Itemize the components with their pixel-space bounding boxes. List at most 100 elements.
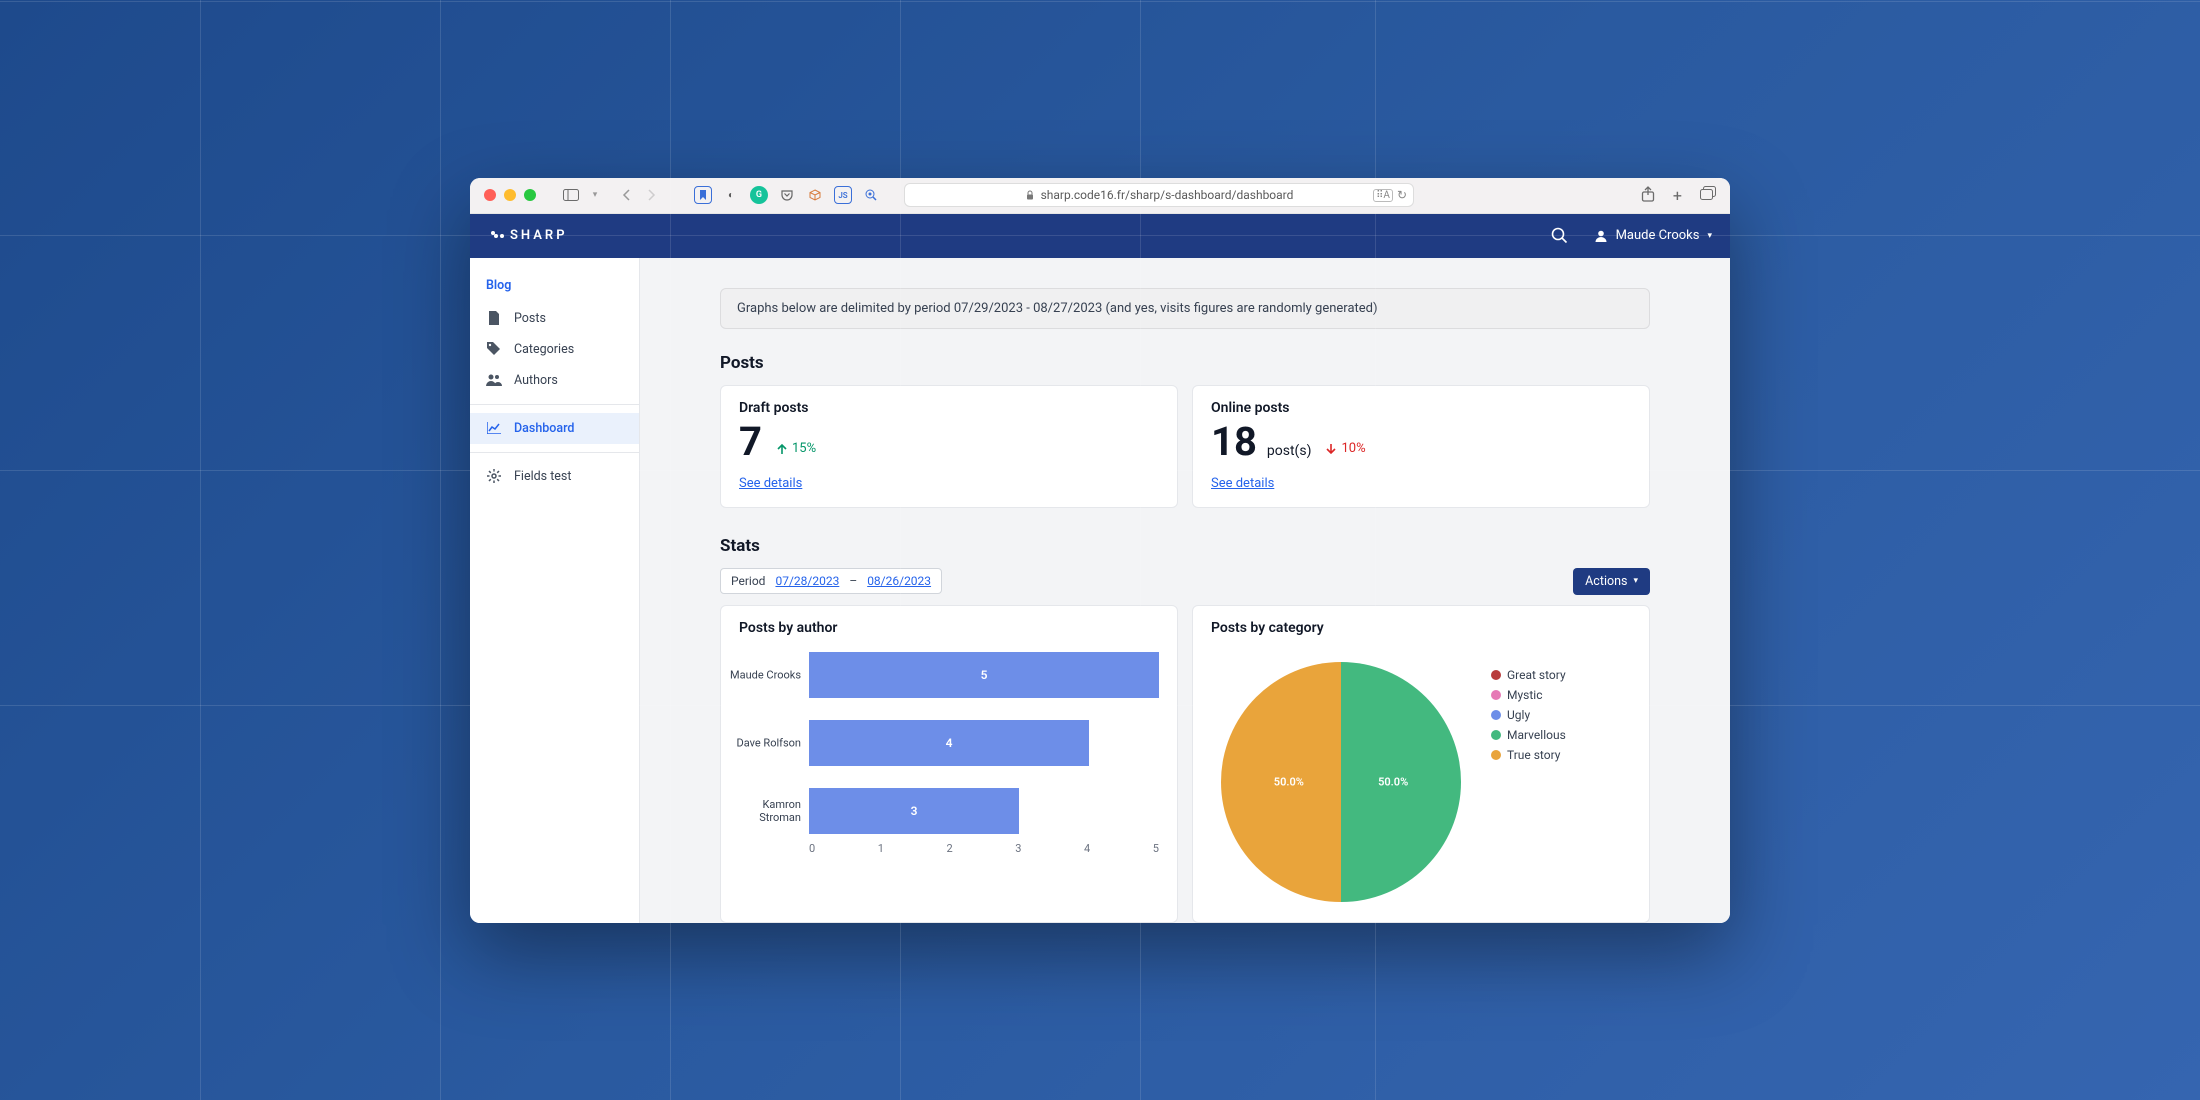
axis-tick: 2 bbox=[947, 842, 953, 855]
axis-tick: 3 bbox=[1015, 842, 1021, 855]
legend-item[interactable]: True story bbox=[1491, 748, 1566, 762]
chevron-down-icon: ▾ bbox=[1633, 576, 1638, 586]
bar-fill: 3 bbox=[809, 788, 1019, 834]
arrow-down-icon bbox=[1325, 443, 1337, 455]
users-icon bbox=[486, 374, 502, 386]
bar-fill: 5 bbox=[809, 652, 1159, 698]
metric-value: 18 bbox=[1211, 422, 1257, 462]
legend-label: True story bbox=[1507, 748, 1560, 762]
legend-item[interactable]: Mystic bbox=[1491, 688, 1566, 702]
bar-category-label: Kamron Stroman bbox=[723, 798, 801, 824]
sidebar-item-label: Categories bbox=[514, 342, 574, 357]
sidebar-item-posts[interactable]: Posts bbox=[470, 303, 639, 334]
url-bar[interactable]: sharp.code16.fr/sharp/s-dashboard/dashbo… bbox=[904, 183, 1414, 207]
sidebar-item-label: Dashboard bbox=[514, 421, 574, 436]
actions-button[interactable]: Actions ▾ bbox=[1573, 568, 1650, 595]
legend-dot-icon bbox=[1491, 690, 1501, 700]
chart-title: Posts by category bbox=[1211, 620, 1631, 636]
period-sep: – bbox=[849, 574, 857, 588]
bar-row: Kamron Stroman3 bbox=[809, 788, 1159, 834]
legend-label: Mystic bbox=[1507, 688, 1542, 702]
sidebar-item-authors[interactable]: Authors bbox=[470, 365, 639, 396]
extension-grammarly-icon[interactable]: G bbox=[750, 186, 768, 204]
url-text: sharp.code16.fr/sharp/s-dashboard/dashbo… bbox=[1041, 188, 1294, 202]
maximize-window-icon[interactable] bbox=[524, 189, 536, 201]
pie-slice-label: 50.0% bbox=[1378, 775, 1408, 788]
bar-category-label: Maude Crooks bbox=[723, 668, 801, 681]
period-label: Period bbox=[731, 574, 765, 588]
user-menu[interactable]: Maude Crooks ▾ bbox=[1594, 228, 1712, 243]
extension-cube-icon[interactable] bbox=[806, 186, 824, 204]
card-draft-posts: Draft posts 7 15% See details bbox=[720, 385, 1178, 508]
legend-item[interactable]: Great story bbox=[1491, 668, 1566, 682]
sidebar-item-label: Fields test bbox=[514, 469, 571, 484]
info-banner: Graphs below are delimited by period 07/… bbox=[720, 288, 1650, 329]
chevron-down-icon[interactable]: ▾ bbox=[586, 186, 604, 204]
period-selector: Period 07/28/2023 – 08/26/2023 bbox=[720, 568, 942, 594]
new-tab-icon[interactable]: + bbox=[1673, 186, 1682, 205]
sidebar-item-categories[interactable]: Categories bbox=[470, 334, 639, 365]
legend-item[interactable]: Marvellous bbox=[1491, 728, 1566, 742]
forward-icon[interactable] bbox=[646, 189, 656, 201]
extension-inspect-icon[interactable] bbox=[862, 186, 880, 204]
app-header: SHARP Maude Crooks ▾ bbox=[470, 214, 1730, 258]
legend-label: Great story bbox=[1507, 668, 1566, 682]
bar-category-label: Dave Rolfson bbox=[723, 736, 801, 749]
close-window-icon[interactable] bbox=[484, 189, 496, 201]
metric-unit: post(s) bbox=[1267, 443, 1312, 459]
search-icon[interactable] bbox=[1551, 227, 1568, 244]
legend-dot-icon bbox=[1491, 750, 1501, 760]
pie-chart: 50.0% 50.0% bbox=[1221, 662, 1461, 902]
browser-titlebar: ▾ ◐ G JS sharp.code16.fr/sharp/s-dashboa… bbox=[470, 178, 1730, 214]
axis-tick: 4 bbox=[1084, 842, 1090, 855]
lock-icon bbox=[1025, 190, 1035, 200]
see-details-link[interactable]: See details bbox=[739, 476, 802, 491]
translate-icon[interactable]: ⠿A bbox=[1373, 189, 1393, 202]
share-icon[interactable] bbox=[1641, 186, 1655, 205]
card-label: Online posts bbox=[1211, 400, 1631, 416]
minimize-window-icon[interactable] bbox=[504, 189, 516, 201]
pie-slice-label: 50.0% bbox=[1274, 775, 1304, 788]
window-controls bbox=[484, 189, 536, 201]
delta-up: 15% bbox=[776, 441, 816, 456]
user-icon bbox=[1594, 229, 1608, 243]
legend-dot-icon bbox=[1491, 710, 1501, 720]
chart-posts-by-category: Posts by category 50.0% 50.0% Great story… bbox=[1192, 605, 1650, 923]
legend-label: Ugly bbox=[1507, 708, 1530, 722]
period-to[interactable]: 08/26/2023 bbox=[867, 574, 931, 588]
extension-js-icon[interactable]: JS bbox=[834, 186, 852, 204]
legend-dot-icon bbox=[1491, 730, 1501, 740]
arrow-up-icon bbox=[776, 443, 788, 455]
axis-tick: 0 bbox=[809, 842, 815, 855]
metric-value: 7 bbox=[739, 422, 762, 462]
logo-text: SHARP bbox=[510, 228, 568, 243]
logo[interactable]: SHARP bbox=[488, 228, 568, 243]
sidebar-item-fields-test[interactable]: Fields test bbox=[470, 461, 639, 492]
axis-tick: 1 bbox=[878, 842, 884, 855]
axis-tick: 5 bbox=[1153, 842, 1159, 855]
user-name: Maude Crooks bbox=[1616, 228, 1700, 243]
main-content: Graphs below are delimited by period 07/… bbox=[640, 258, 1730, 923]
tabs-icon[interactable] bbox=[1700, 186, 1716, 205]
tag-icon bbox=[486, 342, 502, 356]
extension-pocket-icon[interactable] bbox=[778, 186, 796, 204]
extension-shield-icon[interactable]: ◐ bbox=[722, 186, 740, 204]
bar-row: Maude Crooks5 bbox=[809, 652, 1159, 698]
card-online-posts: Online posts 18 post(s) 10% See details bbox=[1192, 385, 1650, 508]
sidebar-item-dashboard[interactable]: Dashboard bbox=[470, 413, 639, 444]
period-from[interactable]: 07/28/2023 bbox=[775, 574, 839, 588]
legend-dot-icon bbox=[1491, 670, 1501, 680]
chart-posts-by-author: Posts by author Maude Crooks5Dave Rolfso… bbox=[720, 605, 1178, 923]
back-icon[interactable] bbox=[622, 189, 632, 201]
chart-line-icon bbox=[486, 422, 502, 434]
see-details-link[interactable]: See details bbox=[1211, 476, 1274, 491]
legend-label: Marvellous bbox=[1507, 728, 1566, 742]
bar-fill: 4 bbox=[809, 720, 1089, 766]
bar-row: Dave Rolfson4 bbox=[809, 720, 1159, 766]
extension-bookmark-icon[interactable] bbox=[694, 186, 712, 204]
sidebar-toggle-icon[interactable] bbox=[562, 186, 580, 204]
delta-down: 10% bbox=[1325, 441, 1365, 456]
sidebar-item-label: Authors bbox=[514, 373, 558, 388]
legend-item[interactable]: Ugly bbox=[1491, 708, 1566, 722]
reload-icon[interactable]: ↻ bbox=[1397, 188, 1407, 202]
